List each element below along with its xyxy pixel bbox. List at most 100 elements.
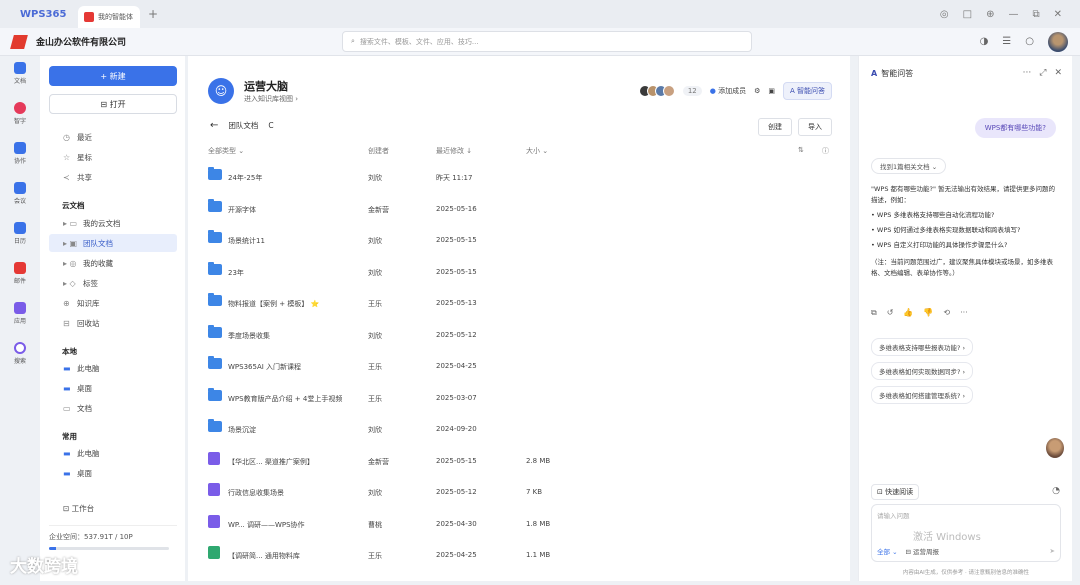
search-rail-icon bbox=[14, 342, 26, 354]
table-row[interactable]: WP... 调研——WPS协作 曹桃 2025-04-30 1.8 MB bbox=[208, 511, 838, 537]
rail-collab[interactable]: 协作 bbox=[0, 142, 40, 176]
refresh-icon[interactable]: C bbox=[268, 121, 273, 130]
table-row[interactable]: 24年-25年 刘欣 昨天 11:17 bbox=[208, 164, 838, 190]
doc-tag[interactable]: ⊟ 运营周报 bbox=[906, 546, 940, 556]
close-button[interactable]: ✕ bbox=[1054, 9, 1062, 20]
sidebar-item-shared[interactable]: ≺ 共享 bbox=[49, 168, 177, 186]
file-owner: 刘欣 bbox=[368, 268, 382, 277]
suggestion-chip[interactable]: 多维表格如何搭建管理系统? › bbox=[871, 386, 974, 404]
create-button[interactable]: 创建 bbox=[758, 118, 792, 136]
rail-docs[interactable]: 文档 bbox=[0, 62, 40, 96]
add-member-button[interactable]: ● 添加成员 bbox=[710, 86, 746, 96]
copy-icon[interactable]: ⧉ bbox=[871, 308, 877, 318]
scope-select[interactable]: 全部 ⌄ bbox=[877, 546, 898, 556]
rail-search[interactable]: 搜索 bbox=[0, 342, 40, 376]
back-arrow-icon[interactable]: ← bbox=[210, 120, 218, 131]
expand-icon[interactable]: ⤢ bbox=[1039, 68, 1046, 78]
table-row[interactable]: 开源字体 金新营 2025-05-16 bbox=[208, 196, 838, 222]
info-circle-icon[interactable]: ⓘ bbox=[822, 146, 829, 156]
rail-apps[interactable]: 应用 bbox=[0, 302, 40, 336]
view-toggle-icon[interactable]: ⇅ bbox=[798, 146, 804, 154]
share-icon[interactable]: ↺ bbox=[887, 308, 894, 318]
sidebar-item-recent[interactable]: ◷ 最近 bbox=[49, 128, 177, 146]
app-logo[interactable]: WPS365 bbox=[20, 9, 70, 20]
restore-button[interactable]: ⧉ bbox=[1032, 9, 1039, 20]
table-row[interactable]: WPS教育版产品介绍 + 4堂上手视频 王乐 2025-03-07 bbox=[208, 385, 838, 411]
settings-icon[interactable]: ⊕ bbox=[986, 9, 994, 20]
table-row[interactable]: 【调研简... 通用物料库 王乐 2025-04-25 1.1 MB bbox=[208, 542, 838, 568]
rail-calendar[interactable]: 日历 bbox=[0, 222, 40, 256]
sidebar-item-desktop[interactable]: ▬ 桌面 bbox=[49, 379, 177, 397]
import-button[interactable]: 导入 bbox=[798, 118, 832, 136]
column-type-filter[interactable]: 全部类型 ⌄ bbox=[208, 146, 244, 156]
storage-bar-fill bbox=[49, 547, 57, 550]
open-button[interactable]: ⊟ 打开 bbox=[49, 94, 177, 114]
new-tab-button[interactable]: + bbox=[148, 7, 158, 21]
suggestion-chip[interactable]: 多维表格支持哪些报表功能? › bbox=[871, 338, 974, 356]
regenerate-icon[interactable]: ⟲ bbox=[943, 308, 950, 318]
table-row[interactable]: 23年 刘欣 2025-05-15 bbox=[208, 259, 838, 285]
sidebar-item-favorites[interactable]: ▸ ◎ 我的收藏 bbox=[49, 254, 177, 272]
smart-qa-button[interactable]: A 智能问答 bbox=[782, 82, 832, 100]
menu-icon[interactable]: ☰ bbox=[1002, 36, 1011, 47]
history-icon[interactable]: ◔ bbox=[1052, 486, 1060, 496]
sidebar-item-my-cloud[interactable]: ▸ ▭ 我的云文档 bbox=[49, 214, 177, 232]
sidebar-item-documents[interactable]: ▭ 文档 bbox=[49, 399, 177, 417]
member-avatars[interactable] bbox=[638, 85, 675, 97]
file-name: 季度场景收集 bbox=[228, 331, 270, 340]
source-docs-select[interactable]: 找到1篇相关文档 ⌄ bbox=[871, 158, 947, 174]
sidebar-item-team-docs[interactable]: ▸ ▣ 团队文档 bbox=[49, 234, 177, 252]
layout-icon[interactable]: □ bbox=[963, 9, 972, 20]
table-row[interactable]: 季度场景收集 刘欣 2025-05-12 bbox=[208, 322, 838, 348]
new-button[interactable]: + 新建 bbox=[49, 66, 177, 86]
search-input[interactable]: ⌕ 搜索文件、模板、文件、应用、技巧... bbox=[342, 31, 752, 52]
floating-assistant-avatar[interactable] bbox=[1046, 438, 1064, 458]
file-name: WPS教育版产品介绍 + 4堂上手视频 bbox=[228, 394, 343, 403]
rail-meeting[interactable]: 会议 bbox=[0, 182, 40, 216]
avatar[interactable] bbox=[1048, 31, 1068, 52]
rail-ai[interactable]: 智字 bbox=[0, 102, 40, 136]
sidebar-item-common-desktop[interactable]: ▬ 桌面 bbox=[49, 464, 177, 482]
sidebar-item-trash[interactable]: ⊟ 回收站 bbox=[49, 314, 177, 332]
sidebar-item-common-pc[interactable]: ▬ 此电脑 bbox=[49, 444, 177, 462]
notification-icon[interactable]: ○ bbox=[1025, 36, 1034, 47]
table-row[interactable]: 行政信息收集场景 刘欣 2025-05-12 7 KB bbox=[208, 479, 838, 505]
send-button[interactable]: ➤ bbox=[1050, 547, 1055, 555]
tab-label: 我的智能体 bbox=[98, 13, 133, 21]
settings-gear-icon[interactable]: ⚙ bbox=[754, 87, 760, 95]
thumbs-down-icon[interactable]: 👎 bbox=[923, 308, 933, 318]
sidebar: + 新建 ⊟ 打开 ◷ 最近 ☆ 星标 ≺ 共享 云文档 ▸ ▭ 我的云文档 ▸ ▣ 团队… bbox=[40, 56, 185, 581]
info-icon[interactable]: ▣ bbox=[768, 87, 775, 95]
table-row[interactable]: 场景统计11 刘欣 2025-05-15 bbox=[208, 227, 838, 253]
kb-view-link[interactable]: 进入知识库视图 › bbox=[244, 94, 298, 104]
knowledge-icon: ⊕ bbox=[63, 298, 70, 308]
thumbs-up-icon[interactable]: 👍 bbox=[903, 308, 913, 318]
quick-read-button[interactable]: ⊡ 快速阅读 bbox=[871, 484, 920, 500]
column-modified[interactable]: 最近修改 ↓ bbox=[436, 146, 472, 156]
sidebar-item-this-pc[interactable]: ▬ 此电脑 bbox=[49, 359, 177, 377]
sidebar-item-knowledge[interactable]: ⊕ 知识库 bbox=[49, 294, 177, 312]
table-row[interactable]: 【华北区... 渠道推广案例】 金新营 2025-05-15 2.8 MB bbox=[208, 448, 838, 474]
status-icon[interactable]: ◎ bbox=[940, 9, 949, 20]
company-name[interactable]: 金山办公软件有限公司 bbox=[36, 35, 126, 48]
desktop-icon: ▬ bbox=[63, 468, 71, 478]
more-icon[interactable]: ··· bbox=[1023, 68, 1032, 78]
table-row[interactable]: 场景沉淀 刘欣 2024-09-20 bbox=[208, 416, 838, 442]
sidebar-item-workbench[interactable]: ⊡ 工作台 bbox=[49, 499, 177, 517]
column-size[interactable]: 大小 ⌄ bbox=[526, 146, 548, 156]
suggestion-chip[interactable]: 多维表格如何实现数据同步? › bbox=[871, 362, 974, 380]
rail-mail[interactable]: 邮件 bbox=[0, 262, 40, 296]
tab-my-agent[interactable]: 我的智能体 bbox=[78, 6, 140, 28]
file-name: 【调研简... 通用物料库 bbox=[228, 552, 300, 560]
theme-icon[interactable]: ◑ bbox=[980, 36, 989, 47]
table-row[interactable]: WPS365AI 入门新课程 王乐 2025-04-25 bbox=[208, 353, 838, 379]
minimize-button[interactable]: — bbox=[1008, 9, 1018, 20]
more-icon[interactable]: ··· bbox=[960, 308, 968, 318]
column-owner: 创建者 bbox=[368, 147, 389, 155]
close-icon[interactable]: ✕ bbox=[1054, 68, 1062, 78]
breadcrumb-team-docs[interactable]: 团队文档 bbox=[228, 120, 258, 131]
sidebar-item-tags[interactable]: ▸ ◇ 标签 bbox=[49, 274, 177, 292]
file-size: 1.1 MB bbox=[526, 551, 551, 559]
table-row[interactable]: 物料报道【案例 + 模板】 ⭐ 王乐 2025-05-13 bbox=[208, 290, 838, 316]
sidebar-item-starred[interactable]: ☆ 星标 bbox=[49, 148, 177, 166]
